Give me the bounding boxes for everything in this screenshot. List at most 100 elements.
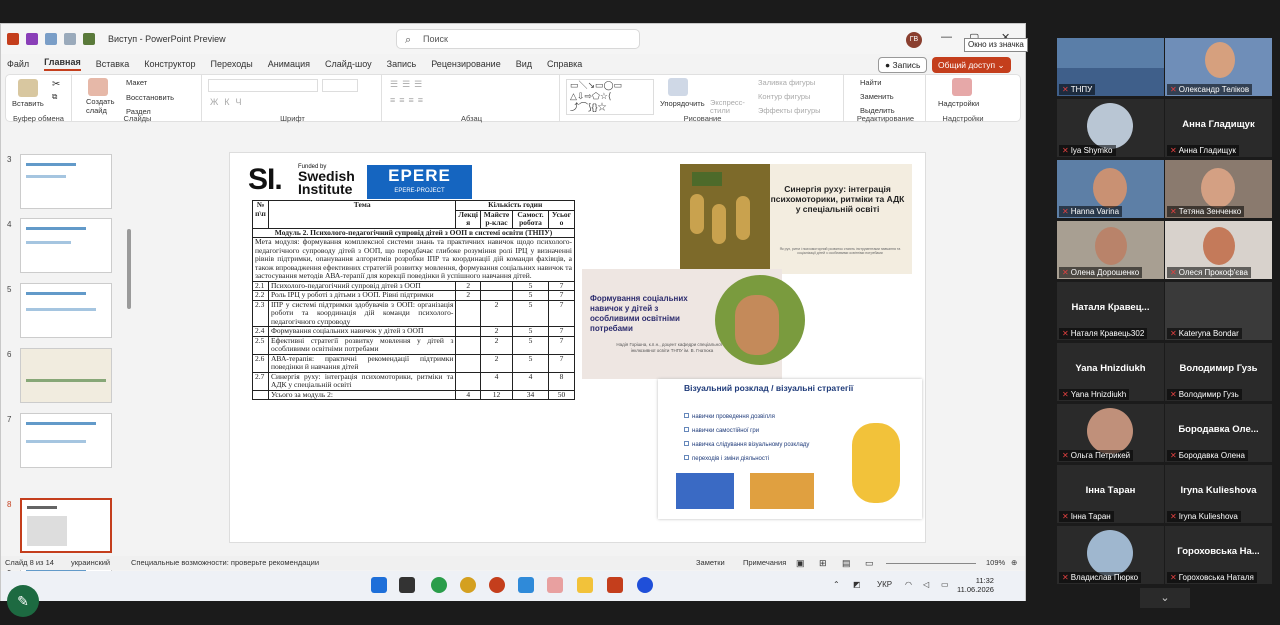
replace-button[interactable]: Заменить <box>860 92 894 101</box>
volume-icon[interactable]: ◁ <box>923 580 929 589</box>
notification-icon[interactable]: ◩ <box>853 580 861 589</box>
thumb-slide-3[interactable] <box>20 154 112 209</box>
list-icons[interactable]: ☰☰☰ <box>390 79 426 90</box>
font-size-select[interactable] <box>322 79 358 92</box>
comments-button[interactable]: Примечания <box>743 558 786 567</box>
zoom-app-icon[interactable] <box>637 577 653 593</box>
thumb-slide-5[interactable] <box>20 283 112 338</box>
save-icon[interactable] <box>26 33 38 45</box>
share-button[interactable]: Общий доступ ⌄ <box>932 57 1011 73</box>
tab-slideshow[interactable]: Слайд-шоу <box>325 59 372 69</box>
slide-canvas[interactable]: SI. Funded by Swedish Institute EPERE EPER… <box>229 152 926 543</box>
app-icon[interactable] <box>547 577 563 593</box>
cut-icon[interactable]: ✂ <box>52 79 60 90</box>
participant-tile[interactable]: ✕ Олександр Теліков <box>1165 38 1272 96</box>
input-language[interactable]: УКР <box>877 580 892 589</box>
task-view-icon[interactable] <box>399 577 415 593</box>
sorter-view-icon[interactable]: ⊞ <box>819 558 827 569</box>
layout-button[interactable]: Макет <box>126 78 147 87</box>
align-icons[interactable]: ≡≡≡≡ <box>390 95 427 105</box>
clock[interactable]: 11:32 11.06.2026 <box>957 576 994 594</box>
undo-icon[interactable] <box>45 33 57 45</box>
tab-home[interactable]: Главная <box>44 57 81 71</box>
battery-icon[interactable]: ▭ <box>941 580 949 589</box>
reading-view-icon[interactable]: ▤ <box>842 558 851 569</box>
chrome-icon[interactable] <box>431 577 447 593</box>
participant-tile[interactable]: ✕ Iya Shymko <box>1057 99 1164 157</box>
shape-fill-button[interactable]: Заливка фигуры <box>758 78 815 87</box>
participant-tile[interactable]: Iryna Kulieshova ✕ Iryna Kulieshova <box>1165 465 1272 523</box>
tab-transitions[interactable]: Переходы <box>211 59 253 69</box>
chrome-icon[interactable] <box>489 577 505 593</box>
reset-button[interactable]: Восстановить <box>126 93 174 102</box>
participant-tile[interactable]: Гороховська На... ✕ Гороховська Наталя <box>1165 526 1272 584</box>
tab-file[interactable]: Файл <box>7 59 29 69</box>
thumb-slide-8[interactable] <box>20 498 112 553</box>
thumb-slide-7[interactable] <box>20 413 112 468</box>
thumb-slide-4[interactable] <box>20 218 112 273</box>
arrange-icon[interactable] <box>668 78 688 96</box>
participant-tile[interactable]: Бородавка Оле... ✕ Бородавка Олена <box>1165 404 1272 462</box>
scroll-down-button[interactable]: ⌄ <box>1140 588 1190 608</box>
telegram-icon[interactable] <box>518 577 534 593</box>
slideshow-view-icon[interactable]: ▭ <box>865 558 874 569</box>
new-slide-button[interactable]: Создать <box>86 97 115 106</box>
file-explorer-icon[interactable] <box>577 577 593 593</box>
powerpoint-icon[interactable] <box>607 577 623 593</box>
thumbnail-scrollbar[interactable] <box>127 229 131 309</box>
participant-tile[interactable]: Інна Таран ✕ Інна Таран <box>1057 465 1164 523</box>
redo-icon[interactable] <box>64 33 76 45</box>
notes-button[interactable]: Заметки <box>696 558 725 567</box>
addins-button[interactable]: Надстройки <box>938 99 979 108</box>
record-button[interactable]: ● Запись <box>878 57 928 73</box>
table-row: 2.7 Синергія руху: інтеграція психомотори… <box>252 371 575 391</box>
participant-tile[interactable]: Володимир Гузь ✕ Володимир Гузь <box>1165 343 1272 401</box>
quick-styles-button[interactable]: Экспресс-стили <box>710 99 750 115</box>
participant-tile[interactable]: ✕ Олеся Прокоф'єва <box>1165 221 1272 279</box>
tab-record[interactable]: Запись <box>387 59 417 69</box>
font-family-select[interactable] <box>208 79 318 92</box>
tab-insert[interactable]: Вставка <box>96 59 129 69</box>
shapes-gallery[interactable]: ▭＼↘▭◯▭ △⇩⇨⬠☆⟨ ⤴⌒⟆{}☆ <box>566 79 654 115</box>
paste-button[interactable]: Вставить <box>12 99 44 108</box>
participant-tile[interactable]: ✕ Ольга Петрикей <box>1057 404 1164 462</box>
participant-tile[interactable]: ✕ ТНПУ <box>1057 38 1164 96</box>
addins-icon[interactable] <box>952 78 972 96</box>
participant-tile[interactable]: ✕ Тетяна Зенченко <box>1165 160 1272 218</box>
language-indicator[interactable]: украинский <box>71 558 110 567</box>
new-slide-icon[interactable] <box>88 78 108 96</box>
chevron-up-icon[interactable]: ⌃ <box>833 580 840 589</box>
participant-tile[interactable]: ✕ Hanna Varina <box>1057 160 1164 218</box>
paste-icon[interactable] <box>18 79 38 97</box>
tab-design[interactable]: Конструктор <box>144 59 195 69</box>
zoom-level[interactable]: 109% <box>986 558 1005 567</box>
start-icon[interactable] <box>371 577 387 593</box>
thumb-slide-6[interactable] <box>20 348 112 403</box>
participant-tile[interactable]: ✕ Олена Дорошенко <box>1057 221 1164 279</box>
tab-help[interactable]: Справка <box>547 59 582 69</box>
present-icon[interactable] <box>83 33 95 45</box>
normal-view-icon[interactable]: ▣ <box>796 558 805 569</box>
find-button[interactable]: Найти <box>860 78 881 87</box>
participant-tile[interactable]: ✕ Владислав Пюрко <box>1057 526 1164 584</box>
tab-review[interactable]: Рецензирование <box>431 59 501 69</box>
participant-tile[interactable]: Yana Hnizdiukh ✕ Yana Hnizdiukh <box>1057 343 1164 401</box>
arrange-button[interactable]: Упорядочить <box>660 99 705 108</box>
copy-icon[interactable]: ⧉ <box>52 92 57 102</box>
participant-tile[interactable]: Анна Гладищук ✕ Анна Гладищук <box>1165 99 1272 157</box>
fit-slide-icon[interactable]: ⊕ <box>1011 558 1017 567</box>
shape-outline-button[interactable]: Контур фигуры <box>758 92 810 101</box>
chrome-icon[interactable] <box>460 577 476 593</box>
tab-view[interactable]: Вид <box>516 59 532 69</box>
minimize-icon[interactable]: — <box>941 31 952 43</box>
wifi-icon[interactable]: ◠ <box>905 580 912 589</box>
search-input[interactable]: ⌕ Поиск <box>396 29 640 49</box>
avatar[interactable]: ГВ <box>906 32 922 48</box>
accessibility-status[interactable]: Специальные возможности: проверьте реком… <box>131 558 319 567</box>
participant-tile[interactable]: Наталя Кравец... ✕ Наталя Кравець302 <box>1057 282 1164 340</box>
tab-animations[interactable]: Анимация <box>268 59 310 69</box>
annotate-pen-button[interactable]: ✎ <box>7 585 39 617</box>
zoom-slider[interactable] <box>886 563 976 564</box>
participant-tile[interactable]: ✕ Kateryna Bondar <box>1165 282 1272 340</box>
font-format-icons[interactable]: ЖКЧ <box>210 97 248 107</box>
